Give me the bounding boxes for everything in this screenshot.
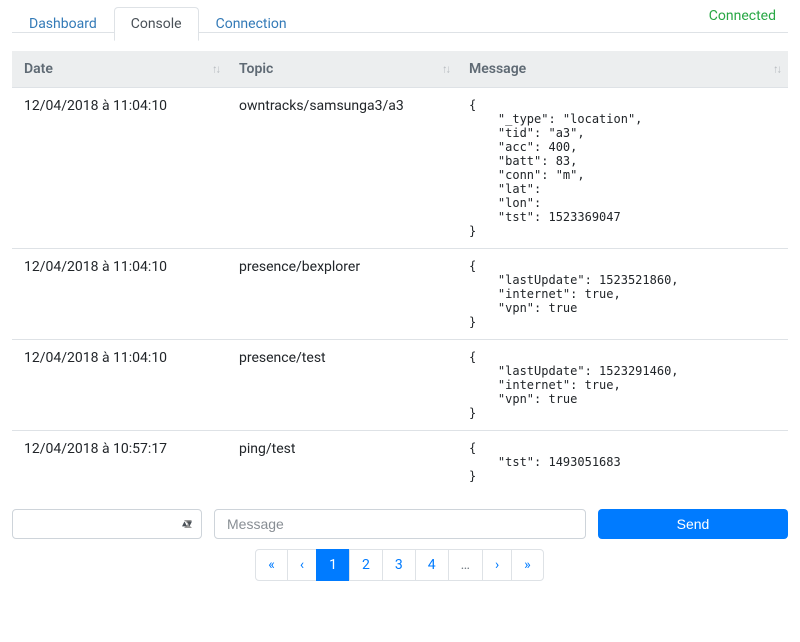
message-payload: { "_type": "location", "tid": "a3", "acc… xyxy=(469,98,776,238)
cell-date: 12/04/2018 à 11:04:10 xyxy=(12,340,227,431)
message-input[interactable] xyxy=(214,509,586,539)
page-link[interactable]: ‹ xyxy=(287,549,317,581)
cell-topic: owntracks/samsunga3/a3 xyxy=(227,88,457,249)
cell-message: { "lastUpdate": 1523291460, "internet": … xyxy=(457,340,788,431)
column-topic[interactable]: Topic ↑↓ xyxy=(227,51,457,88)
cell-message: { "lastUpdate": 1523521860, "internet": … xyxy=(457,249,788,340)
topic-select[interactable] xyxy=(12,509,202,539)
column-message-label: Message xyxy=(469,61,526,77)
pagination: «‹1234…›» xyxy=(12,549,788,581)
messages-table: Date ↑↓ Topic ↑↓ Message ↑↓ 12/04/2018 à… xyxy=(12,51,788,493)
column-message[interactable]: Message ↑↓ xyxy=(457,51,788,88)
message-payload: { "lastUpdate": 1523291460, "internet": … xyxy=(469,350,776,420)
column-date[interactable]: Date ↑↓ xyxy=(12,51,227,88)
cell-date: 12/04/2018 à 11:04:10 xyxy=(12,249,227,340)
cell-message: { "_type": "location", "tid": "a3", "acc… xyxy=(457,88,788,249)
table-row: 12/04/2018 à 10:57:17ping/test { "tst": 1… xyxy=(12,431,788,494)
chevron-updown-icon: ▴▾ xyxy=(182,519,192,530)
cell-topic: presence/bexplorer xyxy=(227,249,457,340)
cell-message: { "tst": 1493051683 } xyxy=(457,431,788,494)
page-link: … xyxy=(448,549,483,581)
page-link[interactable]: » xyxy=(511,549,544,581)
column-date-label: Date xyxy=(24,61,53,77)
tab-connection[interactable]: Connection xyxy=(199,7,304,41)
page-link[interactable]: 3 xyxy=(382,549,416,581)
table-row: 12/04/2018 à 11:04:10presence/test{ "las… xyxy=(12,340,788,431)
sort-icon: ↑↓ xyxy=(442,63,449,76)
tab-dashboard[interactable]: Dashboard xyxy=(12,7,114,41)
table-row: 12/04/2018 à 11:04:10presence/bexplorer{… xyxy=(12,249,788,340)
page-link[interactable]: « xyxy=(255,549,288,581)
cell-date: 12/04/2018 à 10:57:17 xyxy=(12,431,227,494)
message-payload: { "tst": 1493051683 } xyxy=(469,441,776,483)
page-link[interactable]: 4 xyxy=(415,549,449,581)
nav-tabs: Dashboard Console Connection Connected xyxy=(12,0,788,33)
tab-console[interactable]: Console xyxy=(114,7,199,41)
cell-topic: ping/test xyxy=(227,431,457,494)
cell-topic: presence/test xyxy=(227,340,457,431)
page-link[interactable]: 1 xyxy=(316,549,350,581)
cell-date: 12/04/2018 à 11:04:10 xyxy=(12,88,227,249)
connection-status: Connected xyxy=(697,0,788,32)
send-button[interactable]: Send xyxy=(598,509,788,539)
column-topic-label: Topic xyxy=(239,61,273,77)
message-payload: { "lastUpdate": 1523521860, "internet": … xyxy=(469,259,776,329)
table-row: 12/04/2018 à 11:04:10owntracks/samsunga3… xyxy=(12,88,788,249)
sort-icon: ↑↓ xyxy=(773,63,780,76)
page-link[interactable]: › xyxy=(482,549,512,581)
sort-icon: ↑↓ xyxy=(212,63,219,76)
page-link[interactable]: 2 xyxy=(349,549,383,581)
